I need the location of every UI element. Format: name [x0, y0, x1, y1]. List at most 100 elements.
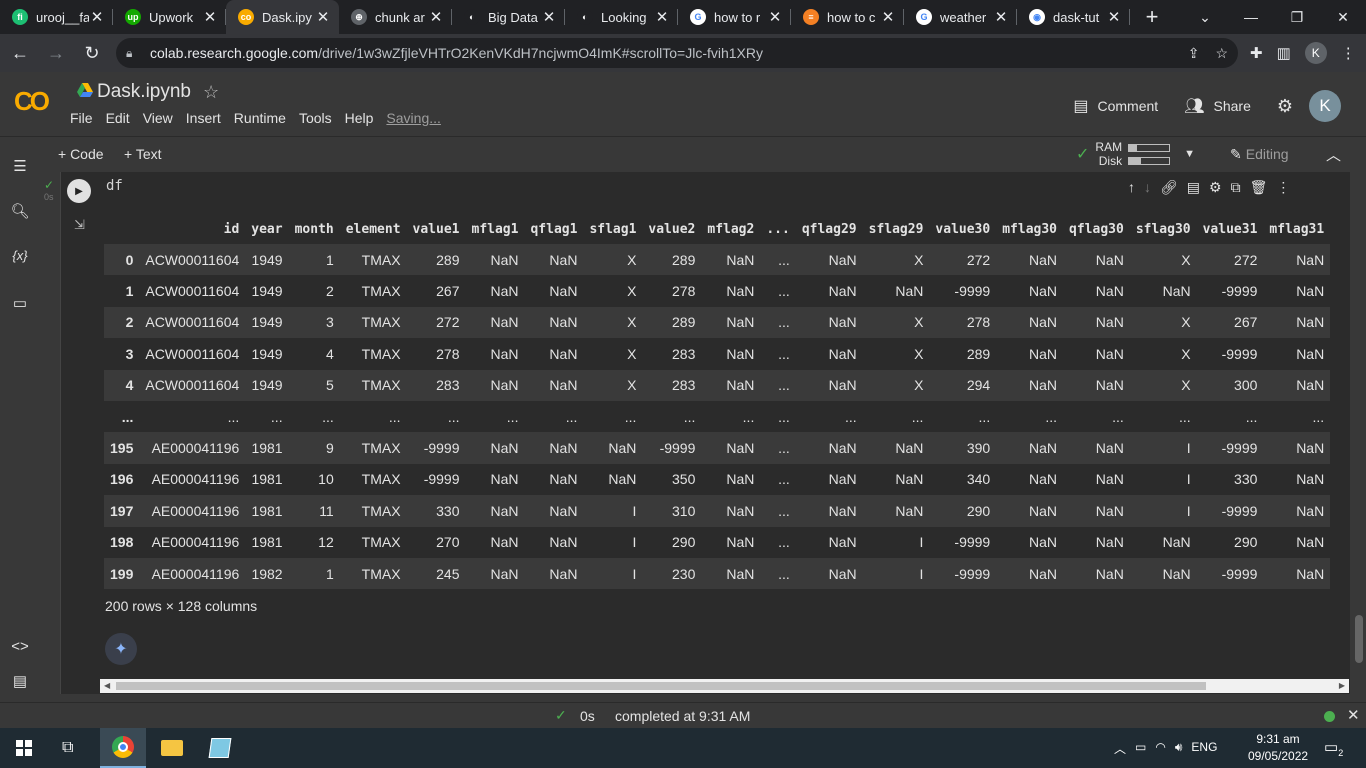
tab-close-icon[interactable]: ✕ [428, 8, 444, 26]
share-page-icon[interactable]: ⇪ [1188, 45, 1200, 62]
menu-help[interactable]: Help [345, 110, 374, 126]
notification-icon[interactable]: ▭2 [1324, 738, 1343, 758]
horizontal-scrollbar[interactable]: ◀ ▶ [100, 679, 1349, 693]
table-cell: NaN [1263, 275, 1331, 307]
browser-tab[interactable]: ⊕ chunk ar ✕ [339, 0, 452, 34]
restore-button[interactable]: ❐ [1274, 0, 1320, 34]
menu-view[interactable]: View [143, 110, 173, 126]
move-up-icon[interactable]: ↑ [1128, 179, 1135, 196]
tab-close-icon[interactable]: ✕ [767, 8, 783, 26]
menu-tools[interactable]: Tools [299, 110, 332, 126]
status-message[interactable]: completed at 9:31 AM [615, 708, 750, 724]
more-options-icon[interactable]: ⋮ [1276, 179, 1290, 196]
output-actions-icon[interactable]: ⇲ [74, 217, 85, 233]
files-folder-icon[interactable]: ▭ [10, 294, 30, 312]
table-row: 198 AE000041196 1981 12 TMAX 270 NaN NaN I 290 NaN… [104, 526, 1331, 558]
resource-monitor[interactable]: ✓ RAM Disk ▼ [1076, 140, 1195, 168]
browser-menu-icon[interactable]: ⋮ [1341, 44, 1356, 62]
tab-close-icon[interactable]: ✕ [315, 8, 331, 26]
tab-close-icon[interactable]: ✕ [654, 8, 670, 26]
terminal-icon[interactable]: ▤ [10, 672, 30, 690]
scroll-left-arrow[interactable]: ◀ [104, 679, 110, 693]
run-cell-button[interactable]: ▶ [67, 179, 91, 203]
variables-icon[interactable]: {x} [10, 248, 30, 263]
browser-tab[interactable]: ◐ Looking ✕ [565, 0, 678, 34]
taskbar-notepad[interactable] [197, 728, 243, 768]
table-cell: TMAX [339, 369, 407, 401]
comment-button[interactable]: ▤ Comment [1073, 96, 1158, 116]
browser-tab[interactable]: Ghow to r ✕ [678, 0, 791, 34]
share-button[interactable]: 👥︎ Share [1184, 96, 1251, 116]
delete-cell-icon[interactable]: 🗑︎ [1250, 179, 1268, 196]
taskbar-chrome[interactable] [100, 728, 146, 768]
language-indicator[interactable]: ENG [1191, 740, 1217, 757]
forward-button[interactable]: → [40, 37, 72, 69]
settings-gear-icon[interactable]: ⚙ [1277, 96, 1293, 117]
volume-icon[interactable]: 🔊︎ [1175, 740, 1183, 757]
back-button[interactable]: ← [4, 37, 36, 69]
move-down-icon[interactable]: ↓ [1144, 179, 1151, 196]
taskbar-clock[interactable]: 9:31 am 09/05/2022 [1248, 731, 1308, 765]
tab-close-icon[interactable]: ✕ [993, 8, 1009, 26]
tab-close-icon[interactable]: ✕ [880, 8, 896, 26]
battery-icon[interactable]: ▭ [1135, 740, 1146, 757]
menu-file[interactable]: File [70, 110, 93, 126]
star-notebook-icon[interactable]: ☆ [203, 82, 219, 103]
tab-search-icon[interactable]: ⌄ [1182, 0, 1228, 34]
reload-button[interactable]: ↻ [76, 37, 108, 69]
profile-avatar[interactable]: K [1304, 42, 1327, 64]
table-of-contents-icon[interactable]: ☰ [10, 157, 30, 175]
table-cell: 283 [642, 338, 702, 370]
comment-cell-icon[interactable]: ▤ [1187, 179, 1200, 196]
colab-logo[interactable]: CO [14, 86, 58, 116]
magic-wand-icon[interactable]: ✦ [105, 633, 137, 665]
mirror-cell-icon[interactable]: ⧉ [1231, 179, 1241, 196]
link-icon[interactable]: 🔗︎ [1160, 179, 1178, 196]
browser-tab[interactable]: fi urooj__fa ✕ [0, 0, 113, 34]
browser-tab[interactable]: up Upwork ✕ [113, 0, 226, 34]
browser-tab[interactable]: co Dask.ipy ✕ [226, 0, 339, 34]
horizontal-scroll-thumb[interactable] [116, 682, 1206, 690]
tab-close-icon[interactable]: ✕ [202, 8, 218, 26]
code-editor[interactable]: df [106, 178, 123, 194]
notebook-title[interactable]: Dask.ipynb [97, 81, 191, 103]
add-code-button[interactable]: + Code [58, 146, 104, 162]
new-tab-button[interactable]: + [1136, 0, 1168, 34]
bookmark-star-icon[interactable]: ☆ [1215, 45, 1228, 62]
side-panel-icon[interactable]: ▥ [1277, 44, 1291, 62]
table-cell: NaN [996, 275, 1064, 307]
browser-tab[interactable]: ≡ how to c ✕ [791, 0, 904, 34]
close-status-icon[interactable]: ✕ [1347, 706, 1360, 724]
collapse-header-icon[interactable]: ︿ [1326, 144, 1341, 165]
status-bar: ✓ 0s completed at 9:31 AM ✕ [0, 702, 1366, 728]
task-view-icon[interactable]: ⧉ [62, 739, 73, 757]
close-window-button[interactable]: ✕ [1320, 0, 1366, 34]
menu-insert[interactable]: Insert [186, 110, 221, 126]
browser-tab[interactable]: Gweather ✕ [904, 0, 1017, 34]
tab-close-icon[interactable]: ✕ [541, 8, 557, 26]
code-snippets-icon[interactable]: <> [10, 638, 30, 655]
scroll-right-arrow[interactable]: ▶ [1339, 679, 1345, 693]
add-text-button[interactable]: + Text [124, 146, 162, 162]
user-avatar[interactable]: K [1309, 90, 1341, 122]
cell-settings-icon[interactable]: ⚙ [1209, 179, 1222, 196]
tab-close-icon[interactable]: ✕ [89, 8, 105, 26]
table-cell: -9999 [406, 432, 466, 464]
search-icon[interactable]: 🔍︎ [10, 202, 30, 220]
taskbar-file-explorer[interactable] [149, 728, 195, 768]
wifi-icon[interactable]: ◠ [1155, 740, 1165, 757]
editing-mode-button[interactable]: ✎ Editing [1230, 146, 1289, 163]
address-bar[interactable]: 🔒︎ colab.research.google.com/drive/1w3wZ… [116, 38, 1238, 68]
windows-start-icon[interactable] [16, 740, 32, 756]
tab-close-icon[interactable]: ✕ [1106, 8, 1122, 26]
show-hidden-icons-icon[interactable]: ︿ [1114, 740, 1126, 757]
browser-tab[interactable]: ◉ dask-tut ✕ [1017, 0, 1130, 34]
menu-runtime[interactable]: Runtime [234, 110, 286, 126]
runtime-dropdown-icon[interactable]: ▼ [1184, 148, 1195, 160]
saving-status[interactable]: Saving... [386, 110, 440, 126]
extensions-icon[interactable]: ✚ [1250, 44, 1263, 62]
vertical-scroll-thumb[interactable] [1355, 615, 1363, 663]
menu-edit[interactable]: Edit [106, 110, 130, 126]
browser-tab[interactable]: ◐ Big Data ✕ [452, 0, 565, 34]
minimize-button[interactable]: — [1228, 0, 1274, 34]
